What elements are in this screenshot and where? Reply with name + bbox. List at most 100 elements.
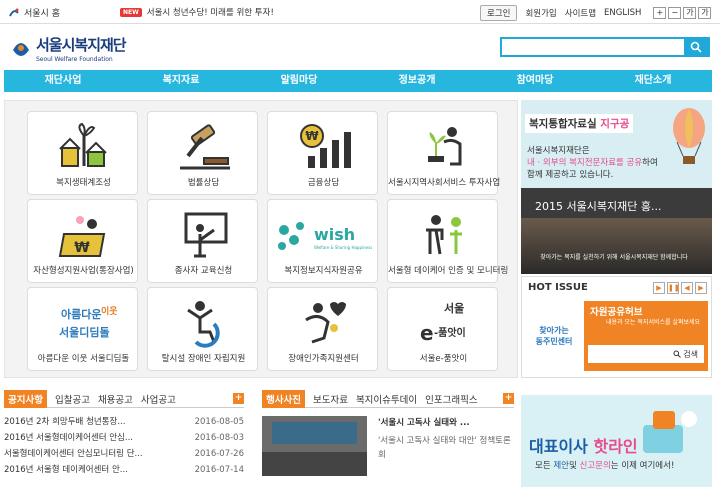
tab-bids[interactable]: 입찰공고	[55, 392, 90, 406]
tab-press[interactable]: 보도자료	[313, 392, 348, 406]
community-center-logo[interactable]: 찾아가는 동주민센터	[528, 301, 580, 371]
site-logo[interactable]: 서울시복지재단 Seoul Welfare Foundation	[10, 34, 127, 63]
search-icon	[690, 41, 702, 53]
hotline-title-a: 대표이사	[529, 437, 588, 456]
hot-air-balloon-icon	[673, 108, 705, 164]
foundation-logo-icon	[13, 42, 29, 56]
tile-legal-consult[interactable]: 법률상담	[147, 111, 258, 195]
seoul-home-label: 서울시 홈	[24, 9, 60, 19]
wish-logo: wishWelfare & Sharing Happiness	[277, 222, 372, 250]
nav-notices[interactable]: 알림마당	[240, 70, 358, 92]
tile-wish-sharing[interactable]: wish Welfare & Sharing Happiness 복지정보지식자원…	[267, 199, 378, 283]
seoul-home-link[interactable]: 서울시 홈	[8, 6, 60, 19]
tab-event-photos[interactable]: 행사사진	[262, 389, 305, 408]
nav-about[interactable]: 재단소개	[594, 70, 712, 92]
news-flash[interactable]: NEW 서울시 청년수당! 미래를 위한 투자!	[120, 6, 274, 18]
notice-row[interactable]: 서울형데이케어센터 안심모니터링 단... 2016-07-26	[4, 446, 244, 462]
nav-foundation-projects[interactable]: 재단사업	[4, 70, 122, 92]
nav-participation[interactable]: 참여마당	[476, 70, 594, 92]
tile-label: 법률상담	[187, 178, 220, 188]
join-link[interactable]: 회원가입	[525, 7, 556, 19]
resource-room-banner[interactable]: 복지통합자료실 지구공 서울시복지재단은 내 · 외부의 복지전문자료를 공유하…	[521, 100, 712, 188]
notice-date: 2016-08-03	[194, 433, 244, 443]
tile-label: 종사자 교육신청	[174, 266, 233, 276]
service-grid: 복지생태계조성 법률상담 ₩ 금융상담 서울시지역사회서비스 투자사업 ₩ 자산…	[4, 100, 518, 378]
tab-recruit[interactable]: 채용공고	[98, 392, 133, 406]
news-summary[interactable]: '서울시 고독사 실태와 ... '서울시 고독사 실태와 대안' 정책토론회	[378, 416, 514, 462]
english-link[interactable]: ENGLISH	[604, 8, 641, 18]
prev-button[interactable]: ◀	[681, 282, 693, 294]
next-button[interactable]: ▶	[695, 282, 707, 294]
elder-care-icon	[425, 215, 462, 255]
news-board: 행사사진 보도자료 복지이슈투데이 인포그래픽스 + '서울시 고독사 실태와 …	[262, 389, 514, 476]
tile-finance-consult[interactable]: ₩ 금융상담	[267, 111, 378, 195]
svg-text:아름다운: 아름다운	[61, 307, 101, 321]
svg-text:e: e	[420, 321, 434, 345]
resource-line-2a: 내 · 외부의 복지전문자료를 공유	[527, 158, 643, 168]
hot-issue-controls: ▶ ❚❚ ◀ ▶	[653, 282, 707, 294]
bankbook-icon: ₩	[58, 216, 105, 257]
sitemap-link[interactable]: 사이트맵	[565, 7, 596, 19]
resource-room-text: 서울시복지재단은 내 · 외부의 복지전문자료를 공유하여 함께 제공하고 있습…	[527, 145, 658, 181]
tile-asset-building[interactable]: ₩ 자산형성지원사업(통장사업)	[27, 199, 138, 283]
tile-disability-independence[interactable]: 탈시설 장애인 자립지원	[147, 287, 258, 371]
play-button[interactable]: ▶	[653, 282, 665, 294]
tile-label: 탈시설 장애인 자립지원	[161, 354, 246, 364]
zoom-out-button[interactable]: −	[668, 7, 682, 19]
promo-video[interactable]: 2015 서울시복지재단 홍... 찾아가는 복지를 실천하기 위해 서울시복지…	[521, 188, 712, 274]
community-tree-icon	[58, 122, 107, 167]
notice-date: 2016-07-14	[194, 465, 244, 475]
news-flash-text: 서울시 청년수당! 미래를 위한 투자!	[146, 8, 274, 18]
resource-line-3: 함께 제공하고 있습니다.	[527, 170, 614, 180]
tile-daycare-cert[interactable]: 서울형 데이케어 인증 및 모니터링	[387, 199, 508, 283]
didimdol-logo: 아름다운 이웃서울디딤돌	[59, 305, 118, 339]
community-center-line-1: 찾아가는	[539, 326, 569, 335]
svg-text:Welfare & Sharing Happiness: Welfare & Sharing Happiness	[314, 245, 372, 250]
resource-room-title-b: 지구공	[600, 118, 630, 130]
notice-row[interactable]: 2016년 2차 희망두배 청년통장... 2016-08-05	[4, 414, 244, 430]
svg-text:-품앗이: -품앗이	[434, 326, 466, 339]
family-heart-icon	[304, 302, 346, 344]
hotline-title: 대표이사 핫라인	[529, 433, 638, 457]
hotline-text-e: 는 이제 여기에서!	[610, 461, 675, 471]
tile-disabled-family[interactable]: 장애인가족지원센터	[267, 287, 378, 371]
search-button[interactable]	[684, 39, 708, 55]
tab-notices[interactable]: 공지사항	[4, 389, 47, 408]
tile-welfare-ecosystem[interactable]: 복지생태계조성	[27, 111, 138, 195]
resource-hub-banner[interactable]: 자원공유허브 내용과 모는 복지서비스를 살펴보세요 검색	[584, 301, 708, 371]
video-subtitle: 찾아가는 복지를 실천하기 위해 서울시복지재단 함께합니다	[540, 254, 688, 261]
font-normal-button[interactable]: 가	[683, 7, 697, 19]
search-input[interactable]	[502, 39, 684, 55]
font-large-button[interactable]: 가	[698, 7, 712, 19]
tab-projects[interactable]: 사업공고	[141, 392, 176, 406]
ceo-hotline-banner[interactable]: 대표이사 핫라인 모든 제안및 신고문의는 이제 여기에서!	[521, 395, 712, 487]
notice-more-button[interactable]: +	[233, 393, 244, 404]
login-button[interactable]: 로그인	[480, 5, 518, 21]
resource-hub-search[interactable]: 검색	[588, 345, 704, 363]
tile-staff-training[interactable]: 종사자 교육신청	[147, 199, 258, 283]
notice-title: 2016년 서울형데이케어센터 안심...	[4, 433, 133, 443]
hot-issue-panel: HOT ISSUE ▶ ❚❚ ◀ ▶ 찾아가는 동주민센터 자원공유허브 내용과…	[521, 276, 712, 378]
notice-row[interactable]: 2016년 서울형 데이케어센터 안... 2016-07-14	[4, 462, 244, 478]
tile-epumasi[interactable]: 서울 e -품앗이 서울e-품앗이	[387, 287, 498, 371]
svg-text:서울디딤돌: 서울디딤돌	[59, 325, 110, 339]
tile-label: 복지정보지식자원공유	[284, 266, 363, 276]
nav-public-info[interactable]: 정보공개	[358, 70, 476, 92]
news-photo[interactable]	[262, 416, 367, 476]
hot-issue-title: HOT ISSUE	[528, 282, 588, 293]
tab-infographics[interactable]: 인포그래픽스	[425, 392, 477, 406]
tab-issue-today[interactable]: 복지이슈투데이	[356, 392, 417, 406]
community-center-line-2: 동주민센터	[535, 337, 573, 346]
resource-room-title: 복지통합자료실 지구공	[525, 114, 634, 133]
nav-welfare-resources[interactable]: 복지자료	[122, 70, 240, 92]
tile-community-service[interactable]: 서울시지역사회서비스 투자사업	[387, 111, 500, 195]
photo-audience	[262, 452, 367, 476]
pause-button[interactable]: ❚❚	[667, 282, 680, 294]
hotline-text: 모든 제안및 신고문의는 이제 여기에서!	[535, 459, 674, 471]
zoom-in-button[interactable]: +	[653, 7, 667, 19]
tile-label: 서울e-품앗이	[419, 354, 468, 364]
hotline-text-a: 모든	[535, 461, 551, 471]
notice-row[interactable]: 2016년 서울형데이케어센터 안심... 2016-08-03	[4, 430, 244, 446]
news-more-button[interactable]: +	[503, 393, 514, 404]
tile-didimdol[interactable]: 아름다운 이웃 서울디딤돌 아름다운 이웃 서울디딤돌	[27, 287, 138, 371]
